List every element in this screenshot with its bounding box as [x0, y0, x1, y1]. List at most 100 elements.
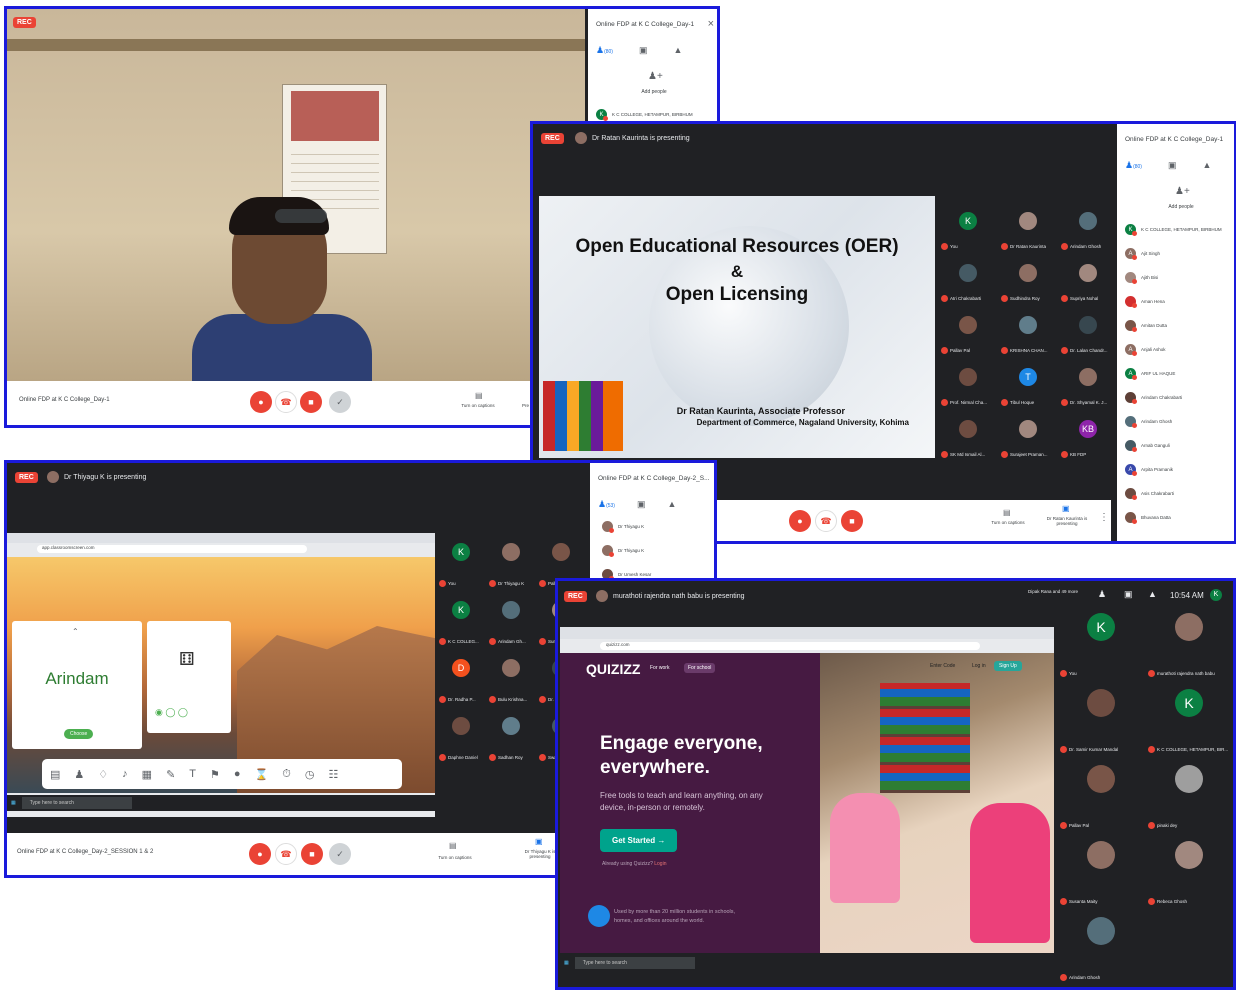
participant-row[interactable]: A Anjali Ashok [1125, 344, 1166, 356]
get-started-button[interactable]: Get Started → [600, 829, 678, 852]
participant-tile[interactable]: Sadhan Roy [487, 707, 535, 763]
participant-tile[interactable]: Surajeet Praman... [999, 410, 1057, 460]
presenting-caption[interactable]: Dr Ratan Kaurinta is presenting [1044, 516, 1090, 526]
participant-row[interactable]: K K C COLLEGE, HETAMPUR, BIRBHUM [1125, 224, 1222, 236]
participant-tile[interactable]: Pallav Pal [1058, 757, 1144, 831]
mic-off-button[interactable]: ● [250, 391, 272, 413]
participant-tile[interactable]: Atri Chakrabarti [939, 254, 997, 304]
login-link[interactable]: Login [654, 861, 666, 867]
calendar-icon[interactable]: ☷ [328, 768, 338, 781]
timer-icon[interactable]: ⌛ [255, 768, 269, 781]
participant-tile[interactable]: Bulu Krishna... [487, 649, 535, 705]
participant-tile[interactable]: murathoti rajendra nath babu [1146, 605, 1232, 679]
quizizz-logo[interactable]: QUIZIZZ [586, 661, 640, 677]
add-people-label[interactable]: Add people [1161, 204, 1201, 210]
participant-tile[interactable]: K K C COLLEGE, HETAMPUR, BIR... [1146, 681, 1232, 755]
participant-tile[interactable]: Rebeca Ghosh [1146, 833, 1232, 907]
present-button[interactable]: ✓ [329, 843, 351, 865]
sound-level-icon[interactable]: ♪ [122, 768, 128, 780]
chat-tab-icon[interactable]: ▣ [637, 499, 646, 510]
present-label[interactable]: Pre [522, 403, 529, 408]
close-icon[interactable]: × [708, 18, 714, 30]
camera-off-button[interactable]: ■ [301, 843, 323, 865]
dice-icon[interactable]: ⚅ [179, 649, 195, 670]
taskbar-search[interactable]: Type here to search [21, 797, 132, 809]
more-options-icon[interactable]: ⋮ [1099, 512, 1109, 523]
participant-row[interactable]: Amitan Dutta [1125, 320, 1167, 332]
participant-tile[interactable]: Susanta Maity [1058, 833, 1144, 907]
mic-off-button[interactable]: ● [789, 510, 811, 532]
browser-addressbar[interactable]: app.classroomscreen.com [37, 545, 307, 553]
participant-row[interactable]: A Ajit Singh [1125, 248, 1160, 260]
hangup-button[interactable]: ☎ [275, 391, 297, 413]
chat-tab-icon[interactable]: ▣ [1168, 160, 1177, 171]
add-people-label[interactable]: Add people [634, 89, 674, 95]
group-maker-icon[interactable]: ♢ [98, 768, 108, 781]
traffic-light-icon[interactable]: ● [234, 768, 241, 780]
choose-button[interactable]: Choose [64, 729, 94, 739]
participant-tile[interactable]: Arindam Ghosh [1059, 202, 1117, 252]
widget-toolbar[interactable]: ▤ ♟ ♢ ♪ ▦ ✎ T ⚑ ● ⌛ ⏱ ◷ ☷ [42, 759, 402, 789]
captions-button[interactable]: Turn on captions [985, 520, 1031, 525]
side-panel-tabs[interactable]: ♟(80) ▣ ▲ [1125, 160, 1211, 171]
participant-row[interactable]: Arnab Ganguli [1125, 440, 1170, 452]
participant-tile[interactable]: Daphne Daniel [437, 707, 485, 763]
text-icon[interactable]: T [189, 768, 196, 780]
participant-row[interactable]: Bhuvana Datta [1125, 512, 1171, 524]
stopwatch-icon[interactable]: ⏱ [282, 768, 291, 781]
participant-tile[interactable]: KB KB FDP [1059, 410, 1117, 460]
participant-row[interactable]: Dr Thiyagu K [602, 521, 644, 533]
participant-tile[interactable]: Dr. Shyamal K. J... [1059, 358, 1117, 408]
enter-code-button[interactable]: Enter Code [930, 663, 955, 669]
participant-row[interactable]: Arindam Ghosh [1125, 416, 1172, 428]
camera-off-button[interactable]: ■ [841, 510, 863, 532]
participant-tile[interactable]: Supriya Nohal [1059, 254, 1117, 304]
participant-tile[interactable]: SK Md Ismail Al... [939, 410, 997, 460]
participant-tile[interactable]: Prof. Nirmal Cha... [939, 358, 997, 408]
participant-row[interactable]: Dr Thiyagu K [602, 545, 644, 557]
background-icon[interactable]: ▤ [50, 768, 60, 781]
hangup-button[interactable]: ☎ [275, 843, 297, 865]
nav-for-school[interactable]: For school [684, 663, 716, 673]
participant-row[interactable]: Ajith Bisi [1125, 272, 1158, 284]
captions-button[interactable]: Turn on captions [455, 403, 501, 408]
participant-tile[interactable]: Sudhindra Roy [999, 254, 1057, 304]
participant-row[interactable]: Arindam Chakrabarti [1125, 392, 1182, 404]
add-people-icon[interactable]: ♟+ [1175, 186, 1190, 197]
participant-tile[interactable]: Pallav Pal [939, 306, 997, 356]
side-panel-tabs[interactable]: ♟(53) ▣ ▲ [598, 499, 676, 510]
activities-tab-icon[interactable]: ▲ [1203, 160, 1212, 171]
participant-row[interactable]: Aman Hena [1125, 296, 1165, 308]
activities-tab-icon[interactable]: ▲ [674, 45, 683, 56]
browser-addressbar[interactable]: quizizz.com [600, 642, 980, 650]
participant-tile[interactable]: D Dr. Radha P... [437, 649, 485, 705]
participant-tile[interactable]: pinaki dey [1146, 757, 1232, 831]
drawing-icon[interactable]: ✎ [166, 768, 175, 781]
mic-off-button[interactable]: ● [249, 843, 271, 865]
participant-tile[interactable]: Arindam Gh... [487, 591, 535, 647]
clock-icon[interactable]: ◷ [305, 768, 315, 781]
qr-code-icon[interactable]: ▦ [142, 768, 152, 781]
chat-icon[interactable]: ▣ [1124, 589, 1133, 600]
taskbar-search[interactable]: Type here to search [574, 957, 695, 969]
participant-tile[interactable]: Dr Thiyagu K [487, 533, 535, 589]
windows-start-icon[interactable]: ▦ [11, 800, 16, 806]
participant-tile[interactable]: Arindam Ghosh [1058, 909, 1144, 983]
windows-start-icon[interactable]: ▦ [564, 960, 569, 966]
participant-tile[interactable]: K K C COLLEG... [437, 591, 485, 647]
participant-tile[interactable]: Dr. Samir Kumar Mandal [1058, 681, 1144, 755]
participant-tile[interactable]: K You [437, 533, 485, 589]
participant-row[interactable]: Asis Chakrabarti [1125, 488, 1174, 500]
hangup-button[interactable]: ☎ [815, 510, 837, 532]
activities-icon[interactable]: ▲ [1148, 589, 1157, 599]
signup-button[interactable]: Sign Up [994, 661, 1022, 671]
random-name-icon[interactable]: ♟ [74, 768, 84, 781]
present-button[interactable]: ✓ [329, 391, 351, 413]
hover-toolbar[interactable] [275, 209, 327, 223]
captions-button[interactable]: Turn on captions [432, 855, 478, 860]
participant-row[interactable]: A Arpita Pramanik [1125, 464, 1173, 476]
people-tab-icon[interactable]: ♟(80) [596, 45, 613, 56]
people-icon[interactable]: ♟ [1098, 589, 1106, 600]
login-button[interactable]: Log in [972, 663, 986, 669]
participant-row[interactable]: K K C COLLEGE, HETAMPUR, BIRBHUM [596, 109, 693, 121]
